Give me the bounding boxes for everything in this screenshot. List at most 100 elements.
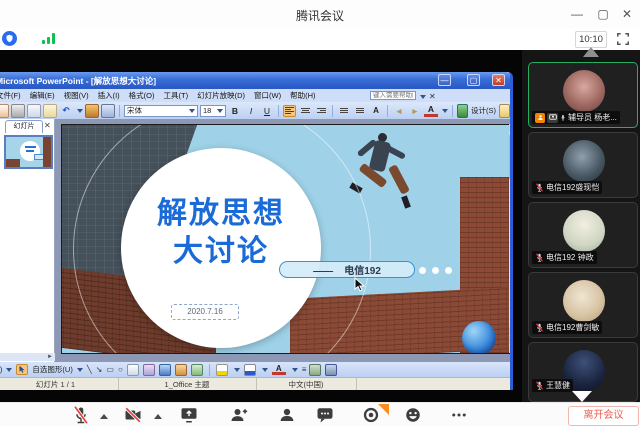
chart-icon[interactable] [85, 104, 99, 118]
new-slide-button[interactable]: 新幻灯片(N) [512, 105, 513, 117]
participant-tile[interactable]: 电信192曹剑敏 [528, 272, 638, 338]
meeting-security-icon[interactable] [2, 31, 17, 46]
paste-icon[interactable] [43, 104, 57, 118]
scroll-left-icon[interactable]: ◄ [0, 354, 1, 360]
slide-vertical-scrollbar[interactable]: ▲ ▲ ▼ ▼ [509, 124, 513, 353]
wordart-tool-icon[interactable] [143, 364, 155, 376]
avatar [563, 280, 605, 322]
invite-button[interactable] [230, 406, 248, 424]
ppt-maximize-button[interactable]: ▢ [467, 74, 480, 86]
status-language: 中文(中国) [256, 378, 357, 390]
line-style-icon[interactable]: ≡ [302, 365, 306, 374]
ppt-workspace: 幻灯片 ✕ ◄ ► [0, 119, 510, 362]
autoshapes-button[interactable]: 自选图形(U) [32, 364, 82, 375]
collapse-videos-icon[interactable] [583, 47, 599, 57]
slides-tab[interactable]: 幻灯片 [5, 120, 43, 133]
design-button[interactable]: 设计(S) [470, 105, 497, 117]
prev-slide-icon[interactable]: ▲ [509, 327, 513, 335]
menu-edit[interactable]: 编辑(E) [30, 90, 55, 101]
help-close-icon[interactable]: ✕ [429, 92, 436, 101]
ppt-minimize-button[interactable]: — [438, 74, 451, 86]
close-button[interactable]: ✕ [616, 5, 638, 23]
align-left-button[interactable] [283, 105, 296, 117]
line-tool-icon[interactable]: ╲ [87, 365, 92, 374]
new-doc-icon[interactable] [0, 104, 9, 118]
copy-icon[interactable] [27, 104, 41, 118]
scroll-up-icon[interactable]: ▲ [509, 124, 513, 132]
meeting-controls-bar: 离开会议 [0, 402, 640, 426]
bullet-list-button[interactable] [353, 105, 367, 117]
table-icon[interactable] [101, 104, 115, 118]
participant-name: 电信192盛现恺 [546, 182, 599, 193]
help-question-input[interactable] [370, 91, 416, 100]
fullscreen-icon[interactable] [616, 32, 630, 46]
camera-options-icon[interactable] [154, 414, 162, 419]
rectangle-tool-icon[interactable]: ▭ [106, 365, 114, 374]
font-name-dropdown-icon [189, 109, 195, 113]
oval-tool-icon[interactable]: ○ [118, 365, 123, 374]
italic-button[interactable]: I [244, 105, 258, 117]
menu-format[interactable]: 格式(O) [129, 90, 155, 101]
mic-on-icon [560, 113, 566, 122]
leave-meeting-button[interactable]: 离开会议 [568, 406, 639, 426]
pane-close-icon[interactable]: ✕ [44, 121, 51, 130]
font-size-select[interactable]: 18 [200, 105, 226, 117]
clipart-tool-icon[interactable] [175, 364, 187, 376]
font-name-select[interactable]: 宋体 [124, 105, 198, 117]
menu-window[interactable]: 窗口(W) [254, 90, 281, 101]
mic-muted-button[interactable] [72, 406, 90, 424]
menu-help[interactable]: 帮助(H) [290, 90, 315, 101]
line-color-icon[interactable] [244, 364, 256, 376]
font-color-dropdown-icon[interactable] [442, 109, 448, 113]
shadow-style-icon[interactable] [309, 364, 321, 376]
underline-button[interactable]: U [260, 105, 274, 117]
menu-slideshow[interactable]: 幻灯片放映(D) [197, 90, 245, 101]
picture-tool-icon[interactable] [191, 364, 203, 376]
grow-font-button[interactable]: A [369, 105, 383, 117]
reactions-button[interactable] [404, 406, 422, 424]
draw-menu-button[interactable]: 绘图(R) [0, 364, 12, 375]
increase-indent-icon[interactable]: ► [408, 105, 422, 117]
minimize-button[interactable]: — [566, 5, 588, 23]
print-icon[interactable] [11, 104, 25, 118]
decrease-indent-icon[interactable]: ◄ [392, 105, 406, 117]
scroll-participants-down-icon[interactable] [572, 391, 592, 402]
mic-options-icon[interactable] [100, 414, 108, 419]
font-color-button[interactable]: A [424, 104, 438, 117]
select-arrow-button[interactable] [16, 364, 28, 375]
scroll-thumb[interactable] [509, 134, 513, 180]
undo-icon[interactable]: ↶ [59, 105, 73, 117]
slide-thumbnail-1[interactable] [4, 135, 53, 169]
scroll-down-icon[interactable]: ▼ [509, 345, 513, 353]
align-center-button[interactable] [298, 105, 312, 117]
camera-off-button[interactable] [124, 406, 142, 424]
next-slide-icon[interactable]: ▼ [509, 336, 513, 344]
scroll-right-icon[interactable]: ► [47, 354, 53, 360]
slide-canvas[interactable]: 解放思想 大讨论 2020.7.16 —— 电信192 [61, 124, 510, 354]
share-screen-button[interactable] [180, 406, 198, 424]
fill-color-icon[interactable] [216, 364, 228, 376]
undo-dropdown-icon[interactable] [77, 109, 83, 113]
pane-scrollbar[interactable]: ◄ ► [0, 353, 55, 361]
menu-file[interactable]: 文件(F) [0, 90, 21, 101]
participant-tile[interactable]: 辅导员 杨老... [528, 62, 638, 128]
menu-view[interactable]: 视图(V) [64, 90, 89, 101]
maximize-button[interactable]: ▢ [592, 5, 614, 23]
textbox-tool-icon[interactable] [127, 364, 139, 376]
diagram-tool-icon[interactable] [159, 364, 171, 376]
participant-tile[interactable]: 电信192盛现恺 [528, 132, 638, 198]
more-options-button[interactable] [450, 406, 468, 424]
help-dropdown-icon[interactable] [420, 95, 426, 99]
participants-button[interactable] [278, 406, 296, 424]
arrow-tool-icon[interactable]: ↘ [96, 365, 103, 374]
bold-button[interactable]: B [228, 105, 242, 117]
align-right-button[interactable] [314, 105, 328, 117]
menu-tools[interactable]: 工具(T) [164, 90, 189, 101]
menu-insert[interactable]: 插入(I) [98, 90, 120, 101]
ppt-close-button[interactable]: ✕ [492, 74, 505, 86]
threed-style-icon[interactable] [325, 364, 337, 376]
chat-button[interactable] [316, 406, 334, 424]
participant-tile[interactable]: 电信192 钟政 [528, 202, 638, 268]
numbered-list-button[interactable] [337, 105, 351, 117]
draw-font-color-icon[interactable]: A [272, 364, 286, 375]
